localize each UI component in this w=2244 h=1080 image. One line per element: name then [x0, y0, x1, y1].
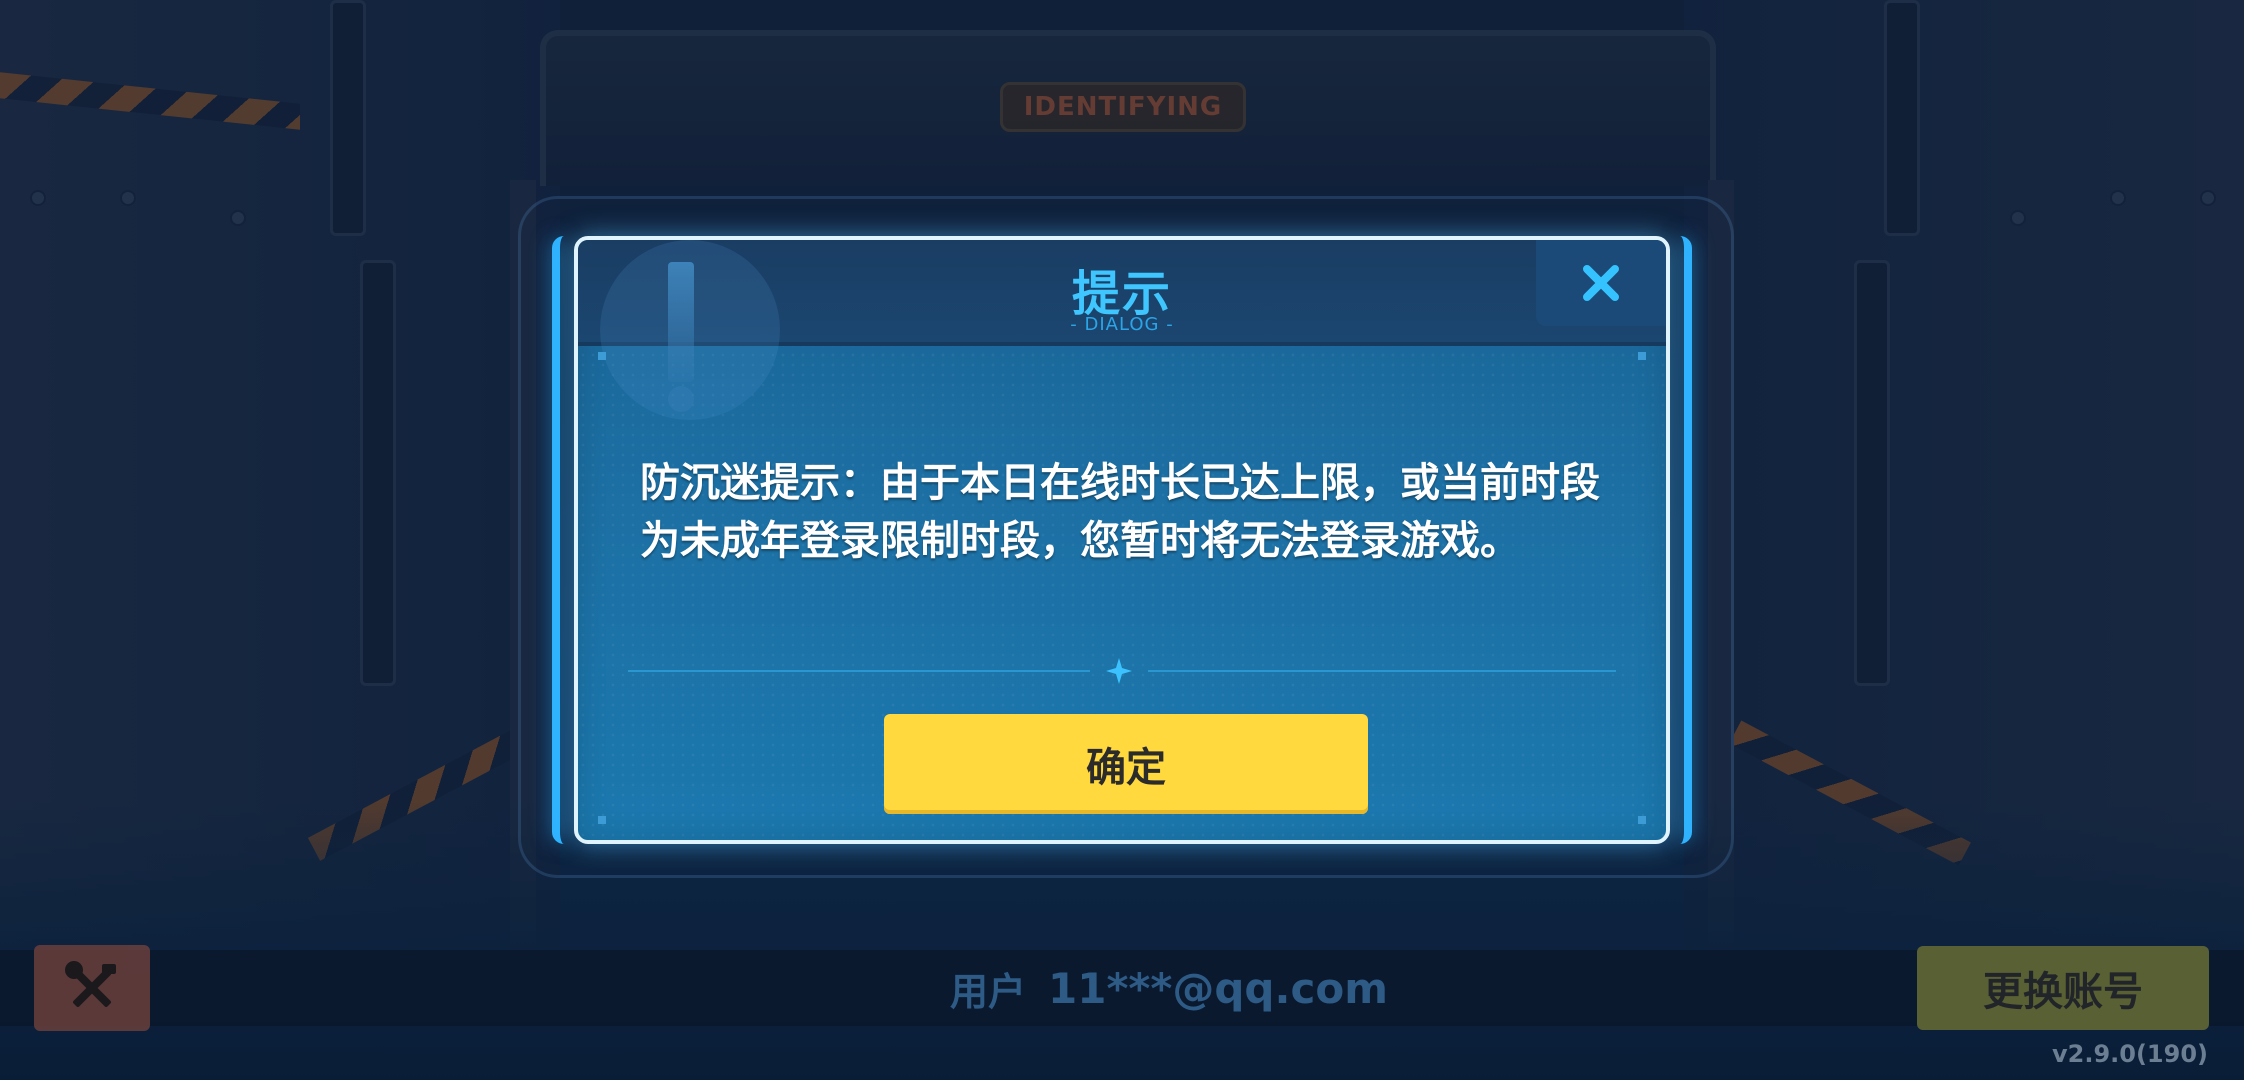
user-prefix: 用户	[950, 969, 1027, 1014]
corner-dot	[1638, 352, 1646, 360]
game-screen: IDENTIFYING 用户 11***@qq.com 更换账号 v2.9.0(…	[0, 0, 2244, 1080]
corner-dot	[598, 816, 606, 824]
close-icon	[1583, 265, 1619, 301]
switch-account-button[interactable]: 更换账号	[1917, 946, 2209, 1030]
corner-dot	[598, 352, 606, 360]
tools-button[interactable]	[34, 945, 150, 1031]
version-label: v2.9.0(190)	[2051, 1040, 2208, 1068]
tools-icon	[65, 961, 116, 1007]
divider-right	[1148, 670, 1616, 672]
corner-dot	[1638, 816, 1646, 824]
star-icon	[1106, 658, 1132, 684]
exclamation-dot	[668, 386, 694, 412]
current-user: 用户 11***@qq.com	[950, 958, 1388, 1018]
dialog-message: 防沉迷提示：由于本日在线时长已达上限，或当前时段为未成年登录限制时段，您暂时将无…	[640, 460, 1600, 564]
dialog: 提示 - DIALOG - 防沉迷提示：由于本日在线时长已达上限，或当前时段为未…	[574, 236, 1670, 844]
dialog-subtitle: - DIALOG -	[1070, 314, 1174, 335]
divider-left	[628, 670, 1090, 672]
confirm-button[interactable]: 确定	[884, 714, 1368, 814]
close-button[interactable]	[1536, 240, 1666, 326]
user-email: 11***@qq.com	[1048, 963, 1388, 1013]
